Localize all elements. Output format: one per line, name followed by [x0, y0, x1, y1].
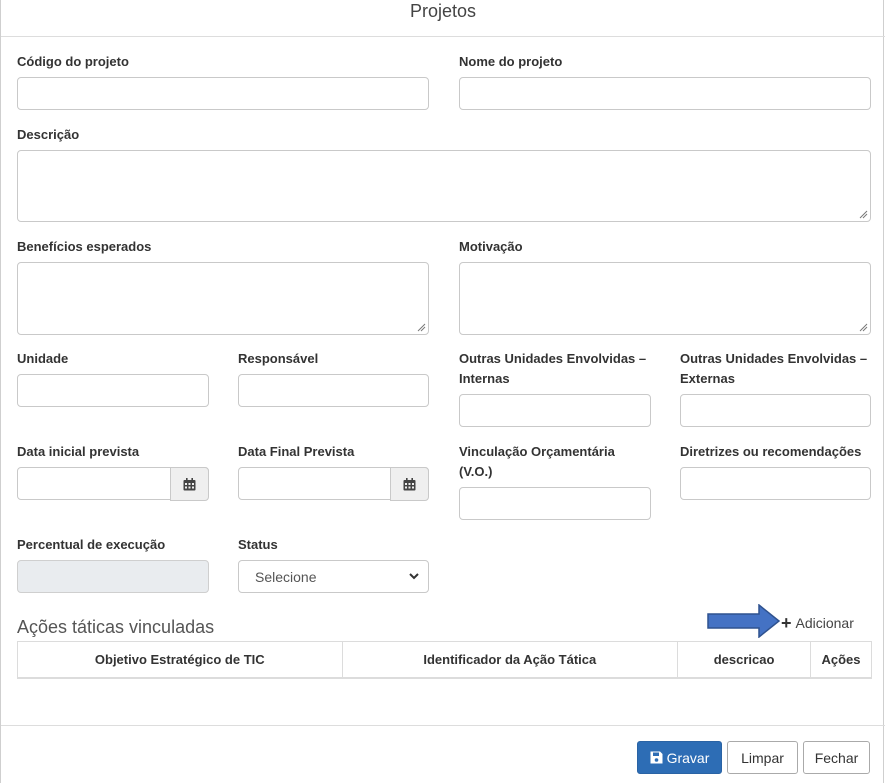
outras-internas-label-line1: Outras Unidades Envolvidas – [459, 351, 647, 366]
outras-externas-label-line1: Outras Unidades Envolvidas – [680, 351, 868, 366]
outras-externas-label-line2: Externas [680, 371, 735, 386]
chevron-down-icon [409, 573, 419, 580]
column-header-descricao[interactable]: descricao [677, 641, 811, 679]
arrow-right-icon [707, 604, 781, 638]
unidade-input[interactable] [17, 374, 209, 407]
column-header-identificador[interactable]: Identificador da Ação Tática [341, 641, 679, 679]
column-header-acoes[interactable]: Ações [809, 641, 873, 679]
beneficios-label: Benefícios esperados [17, 239, 152, 254]
outras-internas-input[interactable] [459, 394, 651, 427]
calendar-icon [183, 477, 196, 490]
resize-grip-icon[interactable] [858, 322, 868, 332]
responsavel-input[interactable] [238, 374, 429, 407]
dialog: Projetos Código do projeto Nome do proje… [0, 0, 885, 783]
outras-externas-input[interactable] [680, 394, 871, 427]
data-final-input[interactable] [238, 467, 429, 501]
add-acao-label: Adicionar [795, 615, 854, 631]
data-inicial-calendar-button[interactable] [170, 467, 209, 501]
outras-internas-label-line2: Internas [459, 371, 510, 386]
data-final-calendar-button[interactable] [390, 467, 429, 501]
motivacao-label: Motivação [459, 239, 523, 254]
status-select[interactable]: Selecione [238, 560, 429, 593]
outras-internas-label: Outras Unidades Envolvidas – Internas [459, 349, 646, 389]
dialog-title: Projetos [1, 0, 885, 37]
save-button[interactable]: Gravar [637, 741, 722, 774]
plus-icon: + [781, 613, 792, 633]
vinculacao-label-line1: Vinculação Orçamentária [459, 444, 615, 459]
diretrizes-label: Diretrizes ou recomendações [680, 444, 862, 459]
codigo-label: Código do projeto [17, 54, 129, 69]
status-selected-value: Selecione [255, 569, 317, 585]
outras-externas-label: Outras Unidades Envolvidas – Externas [680, 349, 867, 389]
data-final-label: Data Final Prevista [238, 444, 355, 459]
nome-label: Nome do projeto [459, 54, 563, 69]
beneficios-textarea[interactable] [17, 262, 429, 335]
clear-button[interactable]: Limpar [727, 741, 798, 774]
vinculacao-label: Vinculação Orçamentária (V.O.) [459, 442, 615, 482]
codigo-input[interactable] [17, 77, 429, 110]
close-button[interactable]: Fechar [803, 741, 870, 774]
floppy-disk-icon [650, 751, 663, 764]
column-header-objetivo[interactable]: Objetivo Estratégico de TIC [17, 641, 343, 679]
unidade-label: Unidade [17, 351, 69, 366]
acoes-table: Objetivo Estratégico de TIC Identificado… [17, 641, 873, 679]
nome-input[interactable] [459, 77, 871, 110]
vinculacao-input[interactable] [459, 487, 651, 520]
vinculacao-label-line2: (V.O.) [459, 464, 493, 479]
add-acao-button[interactable]: + Adicionar [781, 613, 854, 633]
calendar-icon [403, 477, 416, 490]
responsavel-label: Responsável [238, 351, 319, 366]
resize-grip-icon[interactable] [858, 209, 868, 219]
percentual-input [17, 560, 209, 593]
diretrizes-input[interactable] [680, 467, 871, 500]
resize-grip-icon[interactable] [416, 322, 426, 332]
data-inicial-label: Data inicial prevista [17, 444, 140, 459]
acoes-section-title: Ações táticas vinculadas [17, 617, 215, 637]
save-label: Gravar [666, 749, 710, 766]
percentual-label: Percentual de execução [17, 537, 166, 552]
footer-divider [1, 725, 885, 726]
data-inicial-input[interactable] [17, 467, 209, 501]
status-label: Status [238, 537, 278, 552]
table-header-row: Objetivo Estratégico de TIC Identificado… [17, 641, 873, 679]
descricao-textarea[interactable] [17, 150, 871, 222]
motivacao-textarea[interactable] [459, 262, 871, 335]
descricao-label: Descrição [17, 127, 80, 142]
